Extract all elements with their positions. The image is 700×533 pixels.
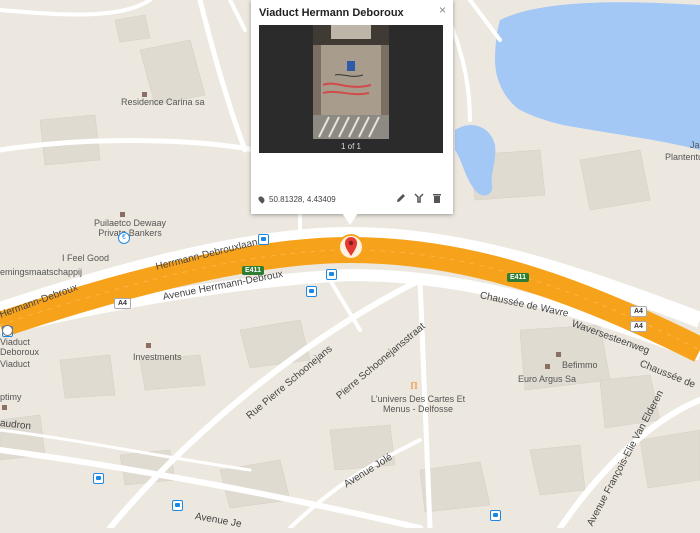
bus-stop-icon[interactable] bbox=[93, 473, 104, 484]
viaduct-photo[interactable] bbox=[259, 25, 443, 153]
bus-stop-icon[interactable] bbox=[172, 500, 183, 511]
coordinates-text: 50.81328, 4.43409 bbox=[269, 195, 336, 204]
bank-icon bbox=[120, 212, 125, 217]
place-label-lunivers-des-cartes: L'univers Des Cartes Et Menus - Delfosse bbox=[370, 394, 466, 414]
photo-counter: 1 of 1 bbox=[340, 142, 361, 151]
selected-location-marker[interactable] bbox=[338, 233, 364, 263]
bus-stop-icon[interactable] bbox=[326, 269, 337, 280]
place-label-befimmo: Befimmo bbox=[562, 360, 598, 370]
place-label-emingsmaatschappij: emingsmaatschappij bbox=[0, 267, 83, 277]
popup-title: Viaduct Hermann Deboroux bbox=[259, 7, 404, 19]
place-icon bbox=[2, 405, 7, 410]
place-label-investments: Investments bbox=[133, 352, 182, 362]
euro-icon: € bbox=[118, 232, 130, 244]
bus-stop-icon[interactable] bbox=[258, 234, 269, 245]
place-label-ptimy: ptimy bbox=[0, 392, 22, 402]
place-info-popup: Viaduct Hermann Deboroux × 1 of 1 50.813… bbox=[251, 0, 453, 214]
photo-viewer[interactable]: 1 of 1 bbox=[259, 25, 443, 153]
highway-shield-e411: E411 bbox=[507, 273, 529, 282]
popup-pointer bbox=[342, 213, 358, 225]
marker-dot bbox=[348, 240, 354, 246]
location-pin-icon bbox=[257, 195, 266, 205]
place-icon bbox=[556, 352, 561, 357]
place-label-viaduct: Viaduct bbox=[0, 359, 30, 369]
place-label-euro-argus: Euro Argus Sa bbox=[518, 374, 577, 384]
place-label-residence-carina: Residence Carina sa bbox=[121, 97, 205, 107]
place-label-i-feel-good: I Feel Good bbox=[62, 253, 110, 263]
pencil-icon[interactable] bbox=[395, 192, 407, 204]
place-label-plantentuin: Plantentuin bbox=[665, 152, 700, 162]
highway-shield-e411: E411 bbox=[242, 266, 264, 275]
trash-icon[interactable] bbox=[431, 192, 443, 204]
parking-sign-icon bbox=[347, 61, 355, 71]
highway-shield-a4: A4 bbox=[114, 298, 131, 309]
place-icon bbox=[545, 364, 550, 369]
restaurant-icon: ℿ bbox=[410, 382, 418, 392]
place-label-puilaetco: Puilaetco Dewaay Private Bankers bbox=[93, 218, 167, 238]
camera-icon bbox=[2, 325, 13, 336]
place-icon bbox=[146, 343, 151, 348]
highway-shield-a4: A4 bbox=[630, 321, 647, 332]
bus-stop-icon[interactable] bbox=[306, 286, 317, 297]
coordinates-row: 50.81328, 4.43409 bbox=[257, 195, 336, 205]
place-label-viaduct-deboroux: Viaduct Deboroux bbox=[0, 337, 40, 357]
bus-stop-icon[interactable] bbox=[490, 510, 501, 521]
highway-shield-a4: A4 bbox=[630, 306, 647, 317]
style-icon[interactable] bbox=[413, 192, 425, 204]
place-label-ja: Ja bbox=[690, 140, 700, 150]
close-icon[interactable]: × bbox=[439, 3, 446, 17]
